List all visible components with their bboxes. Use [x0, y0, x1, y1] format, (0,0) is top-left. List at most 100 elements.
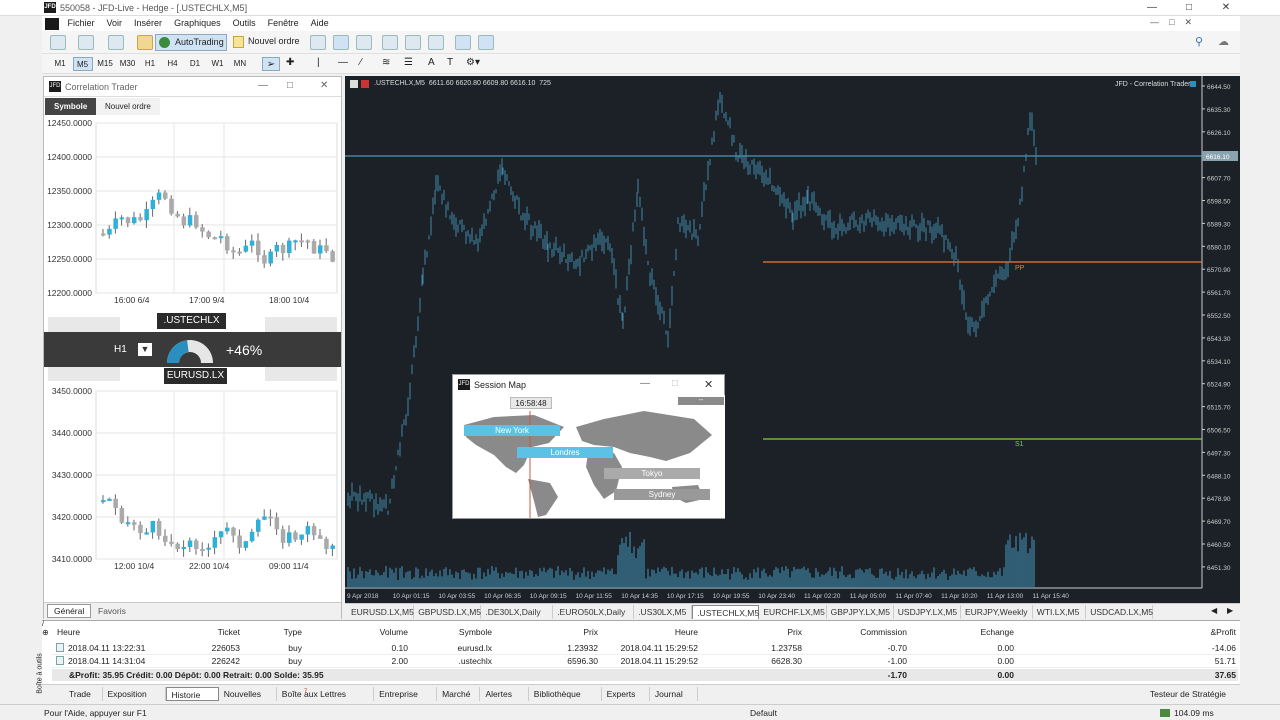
maximize-icon[interactable]: □	[1177, 1, 1201, 15]
menu-1[interactable]: Fichier	[62, 16, 101, 31]
menu-6[interactable]: Fenêtre	[262, 16, 305, 31]
left-button-slot-2[interactable]	[48, 367, 120, 381]
vertical-line-icon[interactable]: |	[317, 57, 320, 68]
terminal-tab-10[interactable]: Experts	[602, 687, 650, 701]
tab-nouvel-ordre[interactable]: Nouvel ordre	[96, 98, 160, 115]
symbol-tab-6[interactable]: .USTECHLX,M5	[692, 605, 760, 619]
tabs-scroll-left-icon[interactable]: ◀	[1211, 606, 1217, 615]
tf-m1[interactable]: M1	[50, 57, 70, 71]
left-button-slot[interactable]	[48, 317, 120, 332]
terminal-tab-1[interactable]: Trade	[64, 687, 103, 701]
shapes-menu-icon[interactable]: ⚙▾	[466, 57, 480, 68]
col-header-7[interactable]: Heure	[675, 627, 698, 637]
horizontal-line-icon[interactable]: —	[338, 57, 348, 68]
tab-favoris[interactable]: Favoris	[94, 605, 130, 617]
col-header-2[interactable]: Ticket	[218, 627, 240, 637]
terminal-tab-4[interactable]: Nouvelles	[219, 687, 277, 701]
col-header-8[interactable]: Prix	[787, 627, 802, 637]
tab-symbole[interactable]: Symbole	[45, 98, 97, 115]
col-header-6[interactable]: Prix	[583, 627, 598, 637]
mdi-controls[interactable]: — □ ✕	[1150, 17, 1192, 28]
tf-m5[interactable]: M5	[72, 57, 93, 71]
strategy-tester-tab[interactable]: Testeur de Stratégie	[1150, 689, 1226, 699]
symbol-tab-11[interactable]: WTI.LX,M5	[1033, 605, 1087, 619]
menu-5[interactable]: Outils	[227, 16, 262, 31]
right-button-slot[interactable]	[265, 317, 337, 332]
menu-2[interactable]: Voir	[101, 16, 129, 31]
bar-chart-icon[interactable]	[310, 35, 326, 50]
panel-minimize-icon[interactable]: —	[258, 80, 268, 91]
col-header-9[interactable]: Commission	[860, 627, 907, 637]
timeframe-dropdown-icon[interactable]: ▼	[138, 343, 152, 356]
col-header-11[interactable]: &Profit	[1210, 627, 1236, 637]
search-icon[interactable]: ⚲	[1195, 35, 1203, 48]
symbol-tab-2[interactable]: GBPUSD.LX,M5	[414, 605, 482, 619]
terminal-tab-2[interactable]: Exposition	[103, 687, 166, 701]
menu-4[interactable]: Graphiques	[168, 16, 227, 31]
tf-d1[interactable]: D1	[185, 57, 205, 71]
tf-w1[interactable]: W1	[208, 57, 228, 71]
line-chart-icon[interactable]	[356, 35, 372, 50]
sessionmap-close-icon[interactable]: ✕	[704, 378, 713, 391]
chart-shift-icon[interactable]	[478, 35, 494, 50]
terminal-tab-11[interactable]: Journal	[650, 687, 699, 701]
main-chart[interactable]: 6644.506635.306626.106616.906607.706598.…	[345, 76, 1240, 603]
symbol-tab-5[interactable]: .US30LX,M5	[634, 605, 693, 619]
text-label-icon[interactable]: T	[447, 57, 453, 68]
autotrading-button[interactable]: AutoTrading	[155, 34, 227, 51]
panel-maximize-icon[interactable]: □	[287, 80, 293, 91]
terminal-tab-8[interactable]: Alertes	[481, 687, 529, 701]
close-icon[interactable]: ✕	[1214, 1, 1238, 15]
text-tool-icon[interactable]: A	[428, 57, 435, 68]
candlestick-icon[interactable]	[333, 35, 349, 50]
col-header-5[interactable]: Symbole	[459, 627, 492, 637]
symbol-tab-10[interactable]: EURJPY,Weekly	[961, 605, 1033, 619]
cursor-icon[interactable]: ➢	[262, 57, 280, 71]
terminal-tab-9[interactable]: Bibliothèque	[529, 687, 602, 701]
symbol-tab-7[interactable]: EURCHF.LX,M5	[759, 605, 827, 619]
tf-h4[interactable]: H4	[163, 57, 183, 71]
col-header-1[interactable]: Heure	[57, 627, 80, 637]
zoom-in-icon[interactable]	[382, 35, 398, 50]
symbol-tab-9[interactable]: USDJPY.LX,M5	[894, 605, 961, 619]
symbol-tab-1[interactable]: EURUSD.LX,M5	[347, 605, 415, 619]
new-chart-icon[interactable]	[50, 35, 66, 50]
autoscroll-icon[interactable]	[455, 35, 471, 50]
market-watch-icon[interactable]	[108, 35, 124, 50]
trendline-icon[interactable]: ∕	[360, 57, 362, 68]
sessionmap-maximize-icon[interactable]: □	[672, 378, 678, 389]
col-header-3[interactable]: Type	[284, 627, 302, 637]
tf-m30[interactable]: M30	[118, 57, 138, 71]
profiles-icon[interactable]	[78, 35, 94, 50]
zoom-out-icon[interactable]	[405, 35, 421, 50]
tab-general[interactable]: Général	[47, 604, 92, 618]
channel-icon[interactable]: ≋	[382, 57, 390, 68]
tile-windows-icon[interactable]	[428, 35, 444, 50]
sessionmap-minimize-icon[interactable]: —	[640, 378, 650, 389]
tf-mn[interactable]: MN	[230, 57, 250, 71]
col-header-10[interactable]: Echange	[980, 627, 1014, 637]
minimize-icon[interactable]: —	[1140, 1, 1164, 15]
tf-h1[interactable]: H1	[140, 57, 160, 71]
symbol-tab-4[interactable]: .EURO50LX,Daily	[553, 605, 635, 619]
symbol-tab-8[interactable]: GBPJPY.LX,M5	[827, 605, 894, 619]
navigator-icon[interactable]	[137, 35, 153, 50]
menu-7[interactable]: Aide	[305, 16, 335, 31]
fibonacci-icon[interactable]: ☰	[404, 57, 413, 68]
tabs-scroll-right-icon[interactable]: ▶	[1227, 606, 1233, 615]
new-order-button[interactable]: Nouvel ordre	[231, 34, 303, 51]
symbol-tab-12[interactable]: USDCAD.LX,M5	[1086, 605, 1154, 619]
tf-m15[interactable]: M15	[95, 57, 115, 71]
sessionmap-collapse-button[interactable]: --	[678, 397, 724, 405]
col-header-4[interactable]: Volume	[380, 627, 408, 637]
panel-close-icon[interactable]: ✕	[320, 80, 328, 91]
crosshair-icon[interactable]: ✚	[286, 57, 294, 68]
terminal-tab-5[interactable]: Boîte aux Lettres	[277, 687, 375, 701]
chat-icon[interactable]: ☁	[1218, 35, 1229, 48]
symbol-tab-3[interactable]: .DE30LX,Daily	[481, 605, 554, 619]
terminal-tab-6[interactable]: Entreprise	[374, 687, 438, 701]
right-button-slot-2[interactable]	[265, 367, 337, 381]
terminal-tab-3[interactable]: Historie	[165, 687, 219, 701]
menu-3[interactable]: Insérer	[128, 16, 168, 31]
terminal-tab-7[interactable]: Marché	[437, 687, 481, 701]
